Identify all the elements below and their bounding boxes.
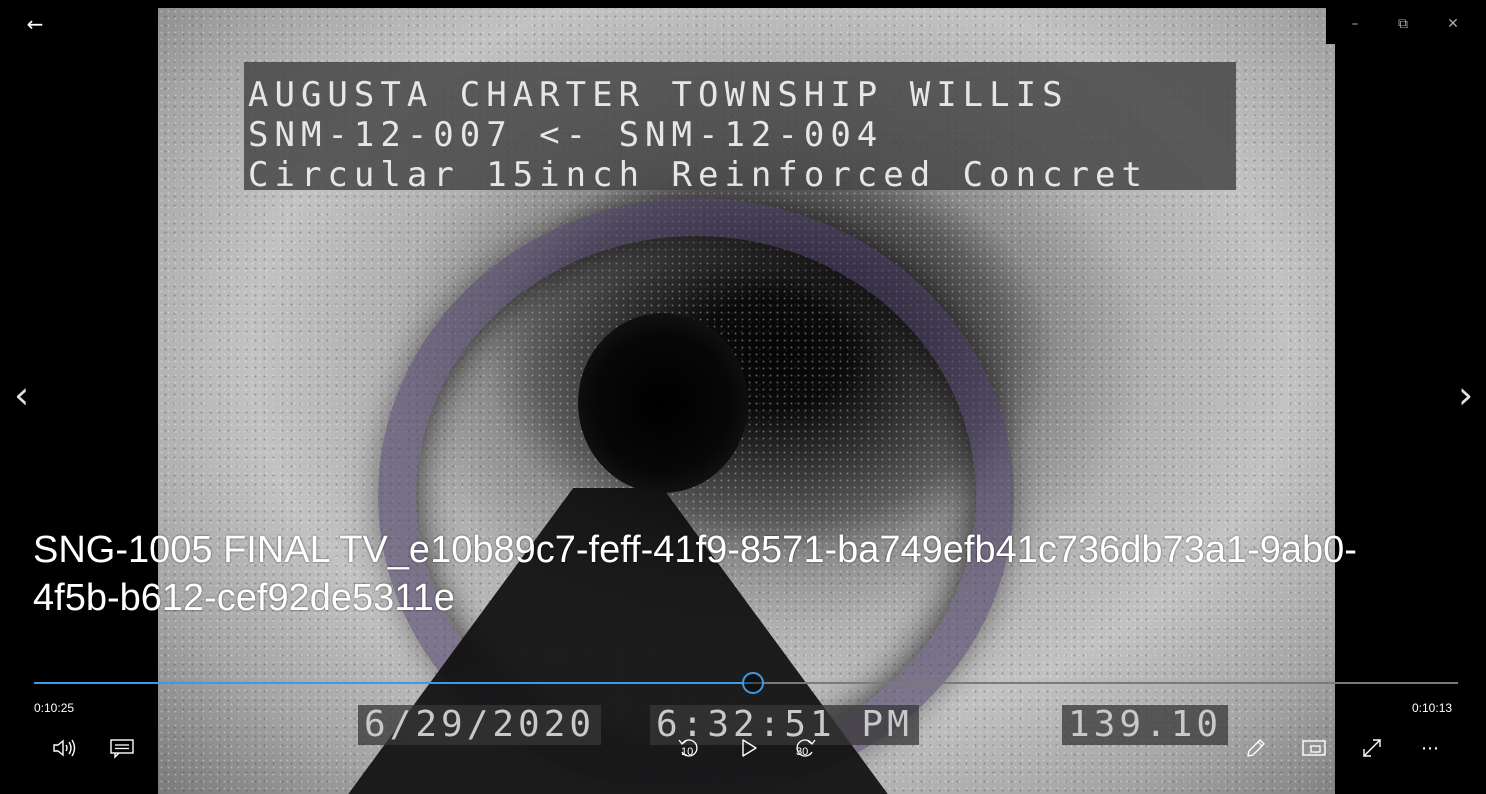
- captions-button[interactable]: [106, 732, 138, 764]
- minimize-button[interactable]: –: [1340, 6, 1370, 42]
- volume-icon: [53, 739, 76, 757]
- play-icon: [742, 739, 757, 757]
- skip-forward-label: 30: [796, 746, 809, 758]
- close-icon: ✕: [1447, 16, 1459, 32]
- video-title: SNG-1005 FINAL TV_e10b89c7-feff-41f9-857…: [33, 529, 1357, 619]
- window-controls: – ⧉ ✕: [1326, 0, 1486, 44]
- seek-progress: [34, 682, 754, 684]
- osd-location: AUGUSTA CHARTER TOWNSHIP WILLIS: [248, 75, 1069, 115]
- remaining-time: 0:10:13: [1412, 701, 1453, 715]
- skip-forward-button[interactable]: 30: [788, 732, 822, 764]
- expand-icon: [1363, 739, 1381, 757]
- elapsed-time: 0:10:25: [34, 701, 75, 715]
- seek-bar[interactable]: [34, 672, 1458, 694]
- osd-date: 6/29/2020: [358, 705, 602, 745]
- picture-in-picture-icon: [1302, 740, 1326, 756]
- close-button[interactable]: ✕: [1438, 6, 1468, 42]
- osd-distance: 139.10: [1062, 705, 1229, 745]
- more-icon: ⋯: [1421, 737, 1439, 759]
- restore-button[interactable]: ⧉: [1388, 6, 1418, 42]
- skip-back-label: 10: [681, 746, 694, 758]
- chevron-left-icon: ‹: [14, 373, 30, 417]
- fullscreen-button[interactable]: [1356, 732, 1388, 764]
- back-button[interactable]: ←: [20, 6, 50, 42]
- mini-view-button[interactable]: [1298, 732, 1330, 764]
- skip-back-button[interactable]: 10: [672, 732, 706, 764]
- seek-thumb[interactable]: [742, 672, 765, 694]
- volume-button[interactable]: [48, 732, 80, 764]
- captions-icon: [110, 739, 134, 759]
- pipe-opening: [578, 313, 748, 493]
- next-button[interactable]: ›: [1458, 376, 1473, 414]
- more-options-button[interactable]: ⋯: [1414, 732, 1446, 764]
- minimize-icon: –: [1351, 16, 1359, 32]
- back-arrow-icon: ←: [26, 12, 44, 36]
- chevron-right-icon: ›: [1458, 373, 1474, 417]
- osd-pipe-spec: Circular 15inch Reinforced Concret: [248, 155, 1148, 195]
- edit-button[interactable]: [1240, 732, 1272, 764]
- osd-segment: SNM-12-007 <- SNM-12-004: [248, 115, 884, 155]
- pencil-icon: [1247, 739, 1265, 757]
- play-button[interactable]: [734, 732, 764, 764]
- previous-button[interactable]: ‹: [14, 376, 29, 414]
- restore-icon: ⧉: [1398, 16, 1408, 32]
